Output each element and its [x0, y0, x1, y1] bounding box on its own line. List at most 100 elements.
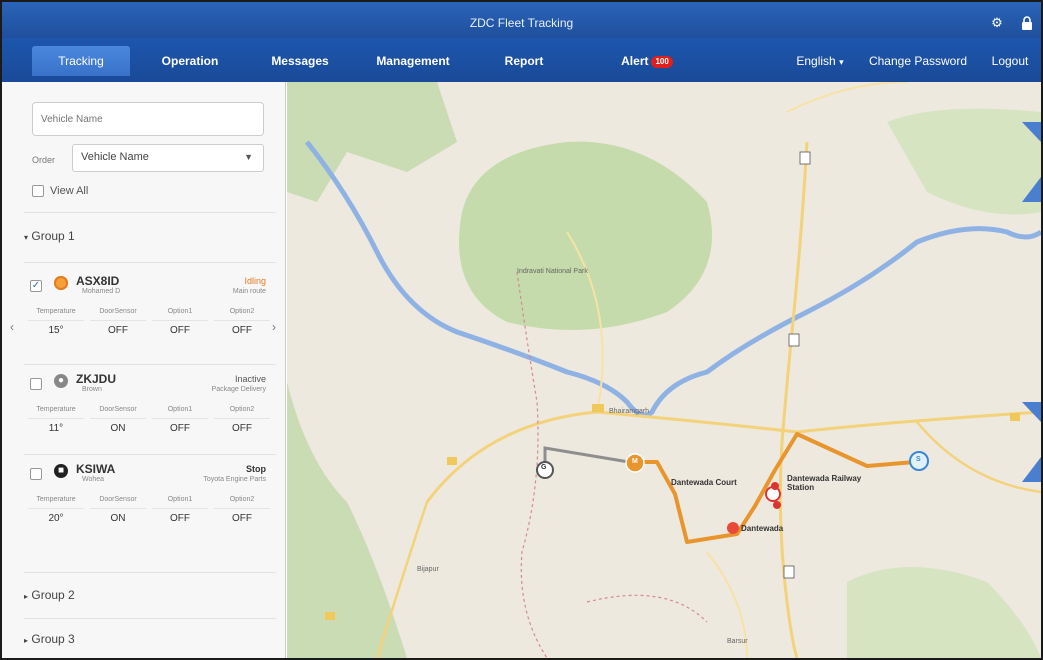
vehicle-name: ASX8ID	[76, 274, 120, 288]
change-password-link[interactable]: Change Password	[860, 50, 976, 72]
divider	[24, 618, 276, 619]
group-label: Group 3	[31, 632, 75, 646]
map-label-barsur: Barsur	[727, 638, 748, 645]
app-window: ZDC Fleet Tracking ⚙ Tracking Operation …	[0, 0, 1043, 660]
map-label-bijapur: Bijapur	[417, 566, 439, 573]
vehicle-checkbox[interactable]: ✓	[30, 280, 42, 292]
vehicle-checkbox[interactable]	[30, 378, 42, 390]
group-header-1[interactable]: ▾ Group 1	[24, 229, 274, 243]
tab-report[interactable]: Report	[494, 50, 554, 72]
map-label-dantewada: Dantewada	[741, 524, 784, 533]
chevron-left-icon[interactable]: ‹	[10, 320, 14, 334]
order-select[interactable]: Vehicle Name ▼	[72, 144, 264, 172]
caret-right-icon: ▸	[24, 592, 29, 601]
chevron-down-icon: ▾	[839, 57, 844, 67]
language-label: English	[796, 54, 836, 68]
vehicle-checkbox[interactable]	[30, 468, 42, 480]
sensor-grid: Temperature 20° DoorSensor ON Option1 OFF O…	[28, 496, 270, 524]
vehicle-status: Idling	[244, 276, 266, 286]
view-all-toggle[interactable]: View All	[32, 185, 88, 198]
vehicle-idle-icon	[54, 276, 68, 290]
sensor-value: OFF	[90, 320, 146, 336]
tab-management[interactable]: Management	[368, 50, 458, 72]
sensor-label: Option2	[229, 406, 255, 413]
sensor-label: DoorSensor	[99, 308, 137, 315]
vehicle-route-type: Main route	[232, 288, 266, 295]
caret-down-icon: ▾	[24, 233, 29, 242]
sensor-option2: Option2 OFF	[214, 496, 270, 524]
sensor-value: OFF	[152, 320, 208, 336]
divider	[24, 364, 276, 365]
sensor-label: DoorSensor	[99, 496, 137, 503]
tab-messages[interactable]: Messages	[264, 50, 336, 72]
divider	[24, 572, 276, 573]
sensor-value: OFF	[214, 320, 270, 336]
vehicle-driver: Wohea	[82, 476, 105, 483]
vehicle-route-type: Toyota Engine Parts	[203, 476, 266, 483]
sensor-value: OFF	[152, 418, 208, 434]
vehicle-search-input[interactable]	[32, 102, 264, 136]
logout-link[interactable]: Logout	[984, 50, 1036, 72]
order-select-value: Vehicle Name	[81, 151, 149, 163]
sensor-label: DoorSensor	[99, 406, 137, 413]
sensor-value: 15°	[28, 320, 84, 336]
tab-alert-label: Alert	[621, 54, 649, 68]
vehicle-name: ZKJDU	[76, 372, 117, 386]
sensor-door: DoorSensor ON	[90, 496, 146, 524]
vehicle-route-type: Package Delivery	[211, 386, 266, 393]
vehicle-status: Stop	[246, 464, 266, 474]
map-canvas[interactable]	[287, 82, 1041, 658]
title-bar: ZDC Fleet Tracking ⚙	[2, 2, 1041, 38]
language-dropdown[interactable]: English ▾	[788, 50, 852, 72]
marker-mid-label[interactable]: M	[632, 458, 638, 465]
vehicle-driver: Mohamed D	[82, 288, 121, 295]
marker-end-label[interactable]: G	[541, 464, 546, 471]
sensor-label: Temperature	[36, 308, 76, 315]
sensor-option1: Option1 OFF	[152, 496, 208, 524]
view-all-checkbox[interactable]	[32, 185, 44, 198]
map-label-dantewada-station: Dantewada Railway Station	[787, 474, 862, 492]
divider	[24, 212, 276, 213]
tab-tracking[interactable]: Tracking	[32, 46, 130, 76]
sensor-label: Temperature	[36, 496, 76, 503]
vehicle-name: KSIWA	[76, 462, 116, 476]
sensor-label: Option2	[229, 308, 255, 315]
group-header-2[interactable]: ▸ Group 2	[24, 588, 274, 602]
sensor-temperature: Temperature 20°	[28, 496, 84, 524]
vehicle-stop-icon: ■	[54, 464, 68, 478]
gear-icon[interactable]: ⚙	[990, 16, 1004, 30]
vehicle-status: Inactive	[234, 374, 266, 384]
divider	[24, 262, 276, 263]
main-nav: Tracking Operation Messages Management R…	[2, 38, 1041, 82]
vehicle-sidebar: Order Vehicle Name ▼ View All ▾ Group 1 …	[2, 82, 286, 658]
map-label-dantewada-court: Dantewada Court	[671, 478, 737, 487]
vehicle-row-zkjdu[interactable]: ● ZKJDU Brown Inactive Package Delivery …	[24, 370, 276, 460]
sensor-label: Option1	[167, 406, 193, 413]
group-header-3[interactable]: ▸ Group 3	[24, 632, 274, 646]
sensor-value: OFF	[214, 508, 270, 524]
sensor-label: Option2	[229, 496, 255, 503]
sensor-option2: Option2 OFF	[214, 308, 270, 336]
lock-icon[interactable]	[1020, 16, 1034, 30]
sensor-door: DoorSensor OFF	[90, 308, 146, 336]
alert-count-badge: 100	[651, 55, 673, 68]
divider	[24, 454, 276, 455]
chevron-down-icon: ▼	[244, 152, 253, 162]
sensor-value: ON	[90, 508, 146, 524]
group-label: Group 2	[31, 588, 75, 602]
sensor-option1: Option1 OFF	[152, 308, 208, 336]
app-title: ZDC Fleet Tracking	[469, 16, 574, 30]
chevron-right-icon[interactable]: ›	[272, 320, 276, 334]
sensor-temperature: Temperature 15°	[28, 308, 84, 336]
vehicle-row-ksiwa[interactable]: ■ KSIWA Wohea Stop Toyota Engine Parts T…	[24, 460, 276, 550]
vehicle-inactive-icon: ●	[54, 374, 68, 388]
sensor-label: Temperature	[36, 406, 76, 413]
marker-start-label[interactable]: S	[916, 456, 921, 463]
vehicle-driver: Brown	[82, 386, 102, 393]
tab-operation[interactable]: Operation	[154, 50, 226, 72]
tracking-map[interactable]: Indravati National Park Bhairamgarh Dant…	[287, 82, 1041, 658]
sensor-value: 11°	[28, 418, 84, 434]
sensor-value: OFF	[214, 418, 270, 434]
vehicle-row-asx8id[interactable]: ✓ ASX8ID Mohamed D Idling Main route Tem…	[24, 272, 276, 362]
tab-alert[interactable]: Alert 100	[612, 50, 682, 72]
